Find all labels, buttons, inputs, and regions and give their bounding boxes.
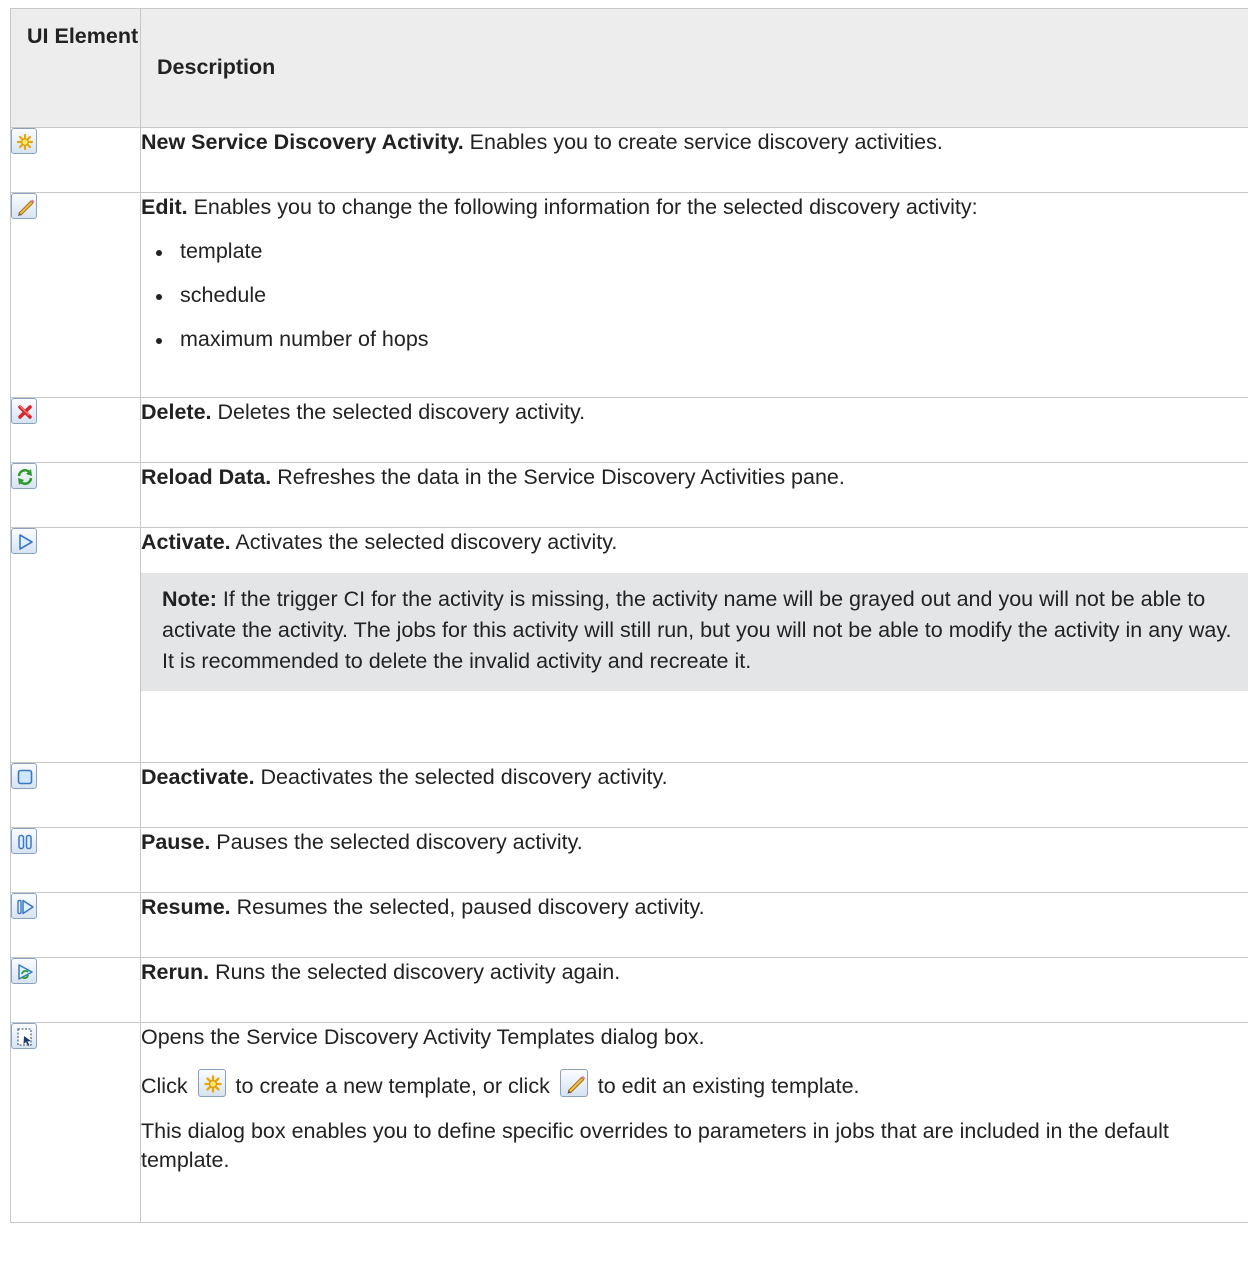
new-star-icon[interactable] bbox=[11, 128, 37, 154]
term-label: Reload Data. bbox=[141, 465, 272, 489]
description-text: Enables you to change the following info… bbox=[187, 195, 978, 219]
description-text: Pauses the selected discovery activity. bbox=[210, 830, 583, 854]
description-text: Activates the selected discovery activit… bbox=[230, 530, 618, 554]
note-text: If the trigger CI for the activity is mi… bbox=[162, 587, 1232, 673]
delete-x-icon[interactable] bbox=[11, 398, 37, 424]
table-row: New Service Discovery Activity. Enables … bbox=[10, 127, 1248, 193]
description-text: Refreshes the data in the Service Discov… bbox=[271, 465, 845, 489]
reload-icon[interactable] bbox=[11, 463, 37, 489]
edit-pencil-icon[interactable] bbox=[559, 1069, 588, 1097]
description-text: Deletes the selected discovery activity. bbox=[211, 400, 586, 424]
table-row: Activate. Activates the selected discove… bbox=[10, 527, 1248, 763]
term-label: Deactivate. bbox=[141, 765, 255, 789]
deactivate-stop-icon[interactable] bbox=[11, 763, 37, 789]
ui-elements-table: UI Element Description New Service Disco… bbox=[10, 8, 1248, 1223]
table-row: Pause. Pauses the selected discovery act… bbox=[10, 827, 1248, 893]
resume-icon[interactable] bbox=[11, 893, 37, 919]
term-label: Delete. bbox=[141, 400, 212, 424]
pause-icon[interactable] bbox=[11, 828, 37, 854]
activate-play-icon[interactable] bbox=[11, 528, 37, 554]
list-item: template bbox=[141, 237, 1248, 266]
description-cell: Delete. Deletes the selected discovery a… bbox=[140, 397, 1248, 463]
term-label: Pause. bbox=[141, 830, 211, 854]
table-row: Deactivate. Deactivates the selected dis… bbox=[10, 762, 1248, 828]
header-ui-element: UI Element bbox=[10, 8, 141, 128]
rerun-icon[interactable] bbox=[11, 958, 37, 984]
term-label: Edit. bbox=[141, 195, 188, 219]
click-line: Click to create a new template, or click… bbox=[141, 1069, 1248, 1101]
description-cell: New Service Discovery Activity. Enables … bbox=[140, 127, 1248, 193]
description-text: Deactivates the selected discovery activ… bbox=[254, 765, 668, 789]
description-text: Enables you to create service discovery … bbox=[463, 130, 943, 154]
table-row: Rerun. Runs the selected discovery activ… bbox=[10, 957, 1248, 1023]
term-label: Rerun. bbox=[141, 960, 210, 984]
description-cell: Deactivate. Deactivates the selected dis… bbox=[140, 762, 1248, 828]
table-row: Opens the Service Discovery Activity Tem… bbox=[10, 1022, 1248, 1223]
description-cell: Reload Data. Refreshes the data in the S… bbox=[140, 462, 1248, 528]
description-cell: Opens the Service Discovery Activity Tem… bbox=[140, 1022, 1248, 1223]
templates-icon[interactable] bbox=[11, 1023, 37, 1049]
description-cell: Rerun. Runs the selected discovery activ… bbox=[140, 957, 1248, 1023]
description-cell: Pause. Pauses the selected discovery act… bbox=[140, 827, 1248, 893]
table-row: Resume. Resumes the selected, paused dis… bbox=[10, 892, 1248, 958]
header-description: Description bbox=[140, 8, 1248, 128]
term-label: Activate. bbox=[141, 530, 231, 554]
description-cell: Resume. Resumes the selected, paused dis… bbox=[140, 892, 1248, 958]
table-row: Edit. Enables you to change the followin… bbox=[10, 192, 1248, 398]
table-header-row: UI Element Description bbox=[10, 8, 1248, 128]
table-row: Delete. Deletes the selected discovery a… bbox=[10, 397, 1248, 463]
description-cell: Edit. Enables you to change the followin… bbox=[140, 192, 1248, 398]
note-box: Note: If the trigger CI for the activity… bbox=[141, 573, 1248, 691]
description-text: Opens the Service Discovery Activity Tem… bbox=[141, 1025, 705, 1049]
term-label: New Service Discovery Activity. bbox=[141, 130, 464, 154]
description-text: Runs the selected discovery activity aga… bbox=[209, 960, 621, 984]
list-item: schedule bbox=[141, 281, 1248, 310]
new-star-icon[interactable] bbox=[197, 1069, 226, 1097]
description-text-2: This dialog box enables you to define sp… bbox=[141, 1119, 1169, 1172]
list-item: maximum number of hops bbox=[141, 325, 1248, 354]
term-label: Resume. bbox=[141, 895, 231, 919]
description-cell: Activate. Activates the selected discove… bbox=[140, 527, 1248, 763]
edit-pencil-icon[interactable] bbox=[11, 193, 37, 219]
note-label: Note: bbox=[162, 587, 217, 611]
table-row: Reload Data. Refreshes the data in the S… bbox=[10, 462, 1248, 528]
bullet-list: template schedule maximum number of hops bbox=[141, 237, 1248, 354]
description-text: Resumes the selected, paused discovery a… bbox=[230, 895, 705, 919]
